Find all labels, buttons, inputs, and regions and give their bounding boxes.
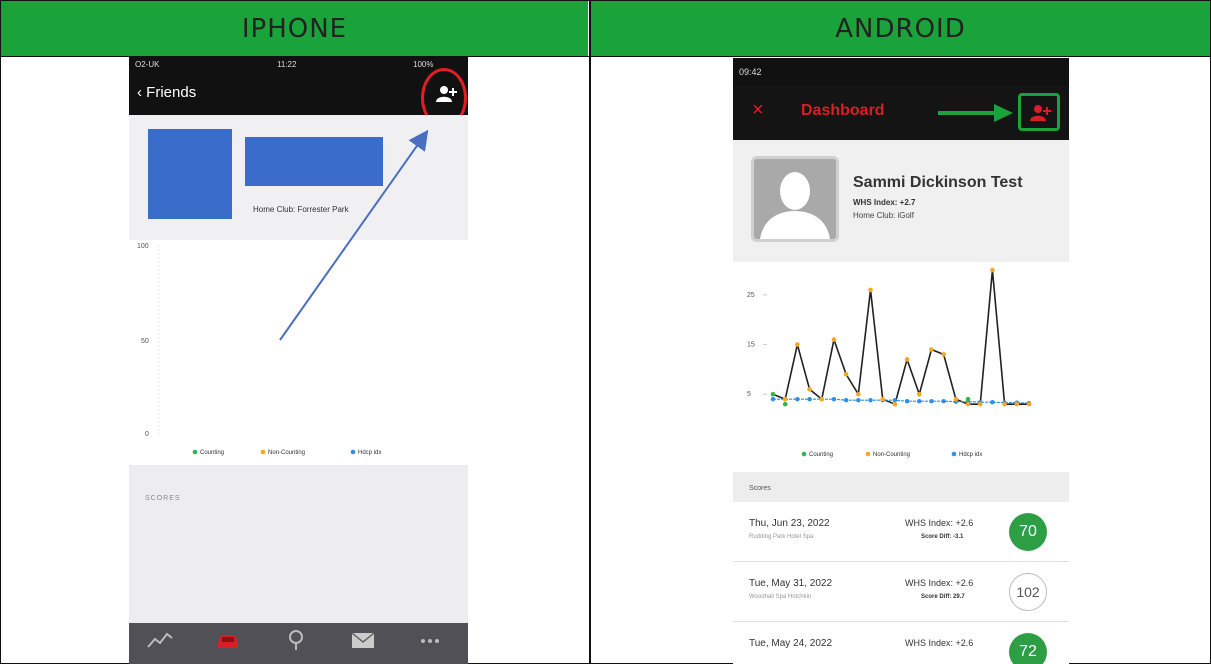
noncounting-point [782,396,788,402]
hdcp-point [892,398,898,403]
score-whs: WHS Index: +2.6 [905,518,974,528]
highlight-box [1018,93,1060,131]
legend-dot-noncounting [865,451,871,457]
status-bar: 09:42 [733,58,1069,86]
scores-header: Scores [733,472,1069,502]
y-axis: 25 15 5 [747,292,767,398]
score-diff: Score Diff: -3.1 [921,534,964,540]
y-tick-label: 15 [747,342,755,349]
hdcp-point [831,397,837,402]
annotation-arrow [938,104,1013,122]
noncounting-point [1026,401,1032,407]
legend-label: Counting [809,452,833,458]
hdcp-point [807,397,812,402]
hdcp-point [904,399,910,404]
hdcp-point [990,399,995,405]
arrow-line [279,129,429,341]
hdcp-point [856,398,861,403]
border-top [0,0,1211,1]
score-badge: 70 [1009,513,1047,551]
noncounting-point [1002,401,1007,407]
noncounting-point [965,401,971,407]
handicap-chart: 25 15 5 Counting Non-Counting Hdcp idx [733,262,1069,472]
header-android: ANDROID [591,1,1210,56]
person-silhouette-icon [760,172,830,239]
page-title: Dashboard [801,102,885,119]
annotation-arrow [279,129,429,341]
hdcp-point [941,399,946,404]
score-line [772,269,1029,406]
avatar [751,156,839,242]
noncounting-point [831,337,837,342]
score-whs: WHS Index: +2.6 [905,638,974,648]
noncounting-point [807,386,812,392]
y-tick-label: 25 [747,292,755,299]
score-date: Tue, May 31, 2022 [749,578,833,589]
score-date: Tue, May 24, 2022 [749,638,833,649]
y-tick-label: 5 [747,391,751,398]
iphone-screenshot: O2-UK 11:22 100% ‹ Friends Home Club: Fo… [129,57,468,664]
noncounting-point [929,347,934,352]
legend-label: Hdcp idx [959,452,982,458]
hdcp-point [843,398,849,403]
hdcp-point [868,398,873,403]
score-row[interactable]: Tue, May 31, 2022 Woodhall Spa Hotchkin … [733,562,1069,622]
profile-whs: WHS Index: +2.7 [853,198,916,207]
android-screenshot: 09:42 × Dashboard Sammi Dickinson Test W… [733,58,1069,664]
clock: 09:42 [739,67,762,77]
legend-dot-hdcp [951,451,957,457]
noncounting-point [819,396,825,402]
hdcp-point [929,399,934,404]
noncounting-point [904,357,910,362]
chart-series [770,267,1032,407]
score-whs: WHS Index: +2.6 [905,578,974,588]
counting-point [770,391,776,397]
score-badge: 102 [1009,573,1047,611]
score-diff: Score Diff: 29.7 [921,594,965,600]
scores-label: Scores [749,485,771,492]
noncounting-point [916,391,922,397]
toolbar: × Dashboard [733,86,1069,140]
score-badge: 72 [1009,633,1047,664]
noncounting-point [856,391,861,397]
counting-point [965,396,971,402]
add-user-icon[interactable] [1029,103,1051,123]
noncounting-point [990,267,995,273]
noncounting-point [977,401,983,407]
score-row[interactable]: Tue, May 24, 2022 WHS Index: +2.6 72 [733,622,1069,664]
legend: Counting Non-Counting Hdcp idx [801,451,982,458]
noncounting-point [953,396,959,402]
score-date: Thu, Jun 23, 2022 [749,518,830,529]
header-iphone: IPHONE [1,1,588,56]
border-middle [589,0,591,664]
noncounting-point [880,396,886,402]
noncounting-point [892,401,898,407]
profile-club: Home Club: iGolf [853,211,914,220]
profile-card: Sammi Dickinson Test WHS Index: +2.7 Hom… [733,140,1069,262]
hdcp-point [795,397,800,402]
noncounting-point [795,342,800,347]
close-button[interactable]: × [752,99,764,122]
noncounting-point [1014,401,1020,407]
score-course: Woodhall Spa Hotchkin [749,594,812,600]
legend-label: Non-Counting [873,452,910,458]
counting-point [782,401,788,407]
hdcp-point [917,399,922,404]
noncounting-point [941,352,946,357]
legend-dot-counting [801,451,807,457]
border-left [0,0,1,664]
noncounting-point [868,287,873,293]
profile-name: Sammi Dickinson Test [853,174,1023,191]
score-row[interactable]: Thu, Jun 23, 2022 Rudding Park Hotel Spa… [733,502,1069,562]
noncounting-point [843,372,849,377]
score-course: Rudding Park Hotel Spa [749,534,814,540]
hdcp-point [770,397,776,402]
